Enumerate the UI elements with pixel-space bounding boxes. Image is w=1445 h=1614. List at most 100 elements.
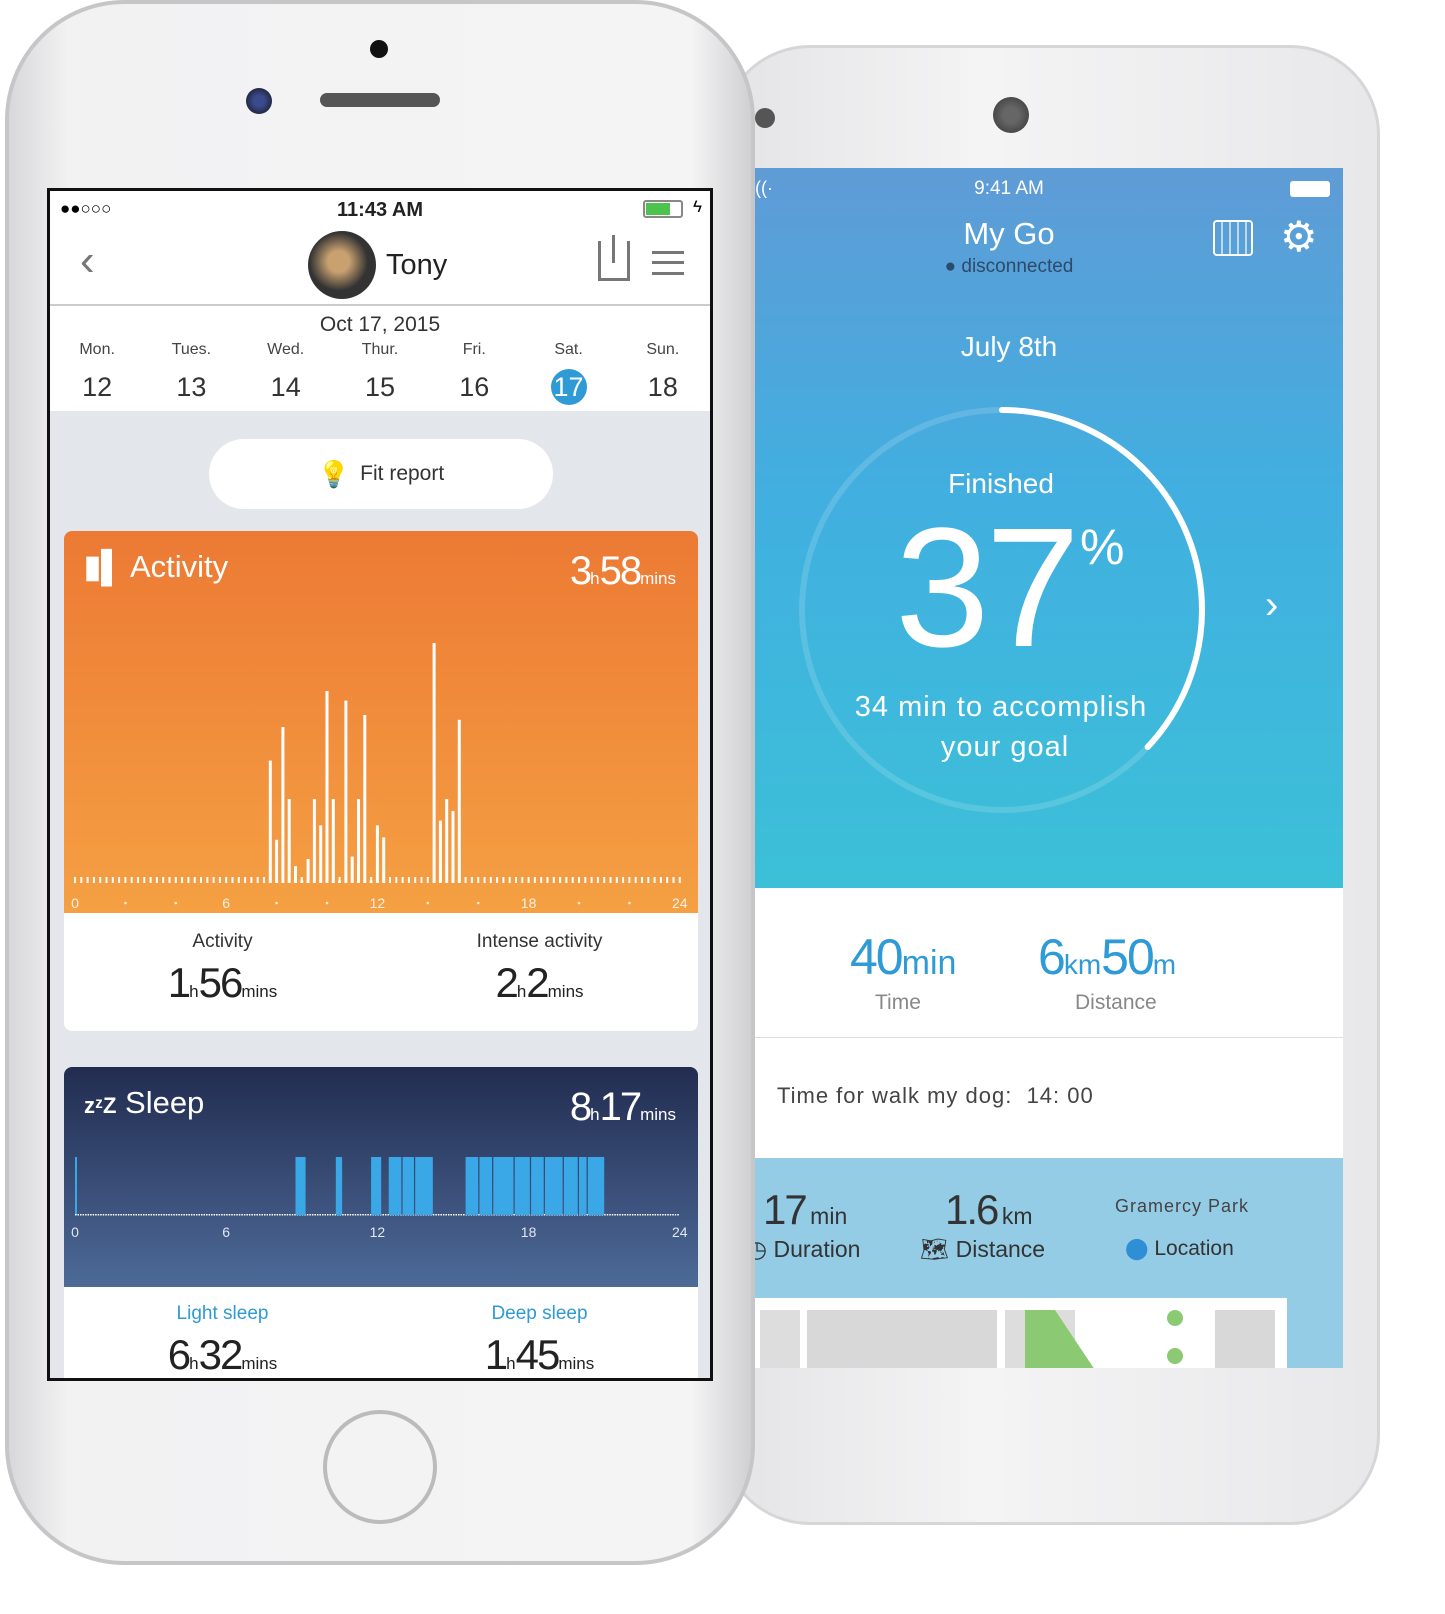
baseline-dot (324, 1214, 326, 1216)
stat-m-unit: mins (558, 1354, 595, 1373)
x-tick-label: 12 (370, 1224, 386, 1240)
baseline-dot (274, 1214, 276, 1216)
baseline-dot (649, 1214, 652, 1216)
activity-bar (438, 820, 442, 883)
baseline-dot (624, 1214, 626, 1216)
baseline-dot (105, 1214, 107, 1216)
duration-value: 17 (763, 1186, 808, 1233)
time-label: Time (875, 991, 921, 1014)
baseline-dot (266, 1214, 269, 1216)
baseline-dot (211, 1214, 213, 1216)
baseline-dot (85, 1214, 87, 1216)
hamburger-menu-icon[interactable] (652, 251, 684, 275)
baseline-tick (181, 877, 184, 883)
baseline-dot (342, 1214, 344, 1216)
sleep-segment (335, 1157, 343, 1215)
baseline-dot (319, 1214, 321, 1216)
baseline-dot (284, 1214, 286, 1216)
baseline-dot (145, 1214, 148, 1216)
fit-report-button[interactable]: 💡 Fit report (209, 439, 553, 509)
chevron-right-icon[interactable]: › (1265, 583, 1278, 628)
baseline-dot (190, 1214, 193, 1216)
day-sat[interactable]: Sat. 17 (521, 341, 615, 405)
baseline-dot (450, 1214, 452, 1216)
goal-date: July 8th (960, 331, 1058, 362)
baseline-dot (92, 1214, 95, 1216)
stat-h-unit: h (516, 982, 527, 1001)
stat-label: Light sleep (176, 1303, 269, 1324)
baseline-dot (236, 1214, 238, 1216)
baseline-tick (483, 877, 486, 883)
baseline-tick (193, 877, 196, 883)
baseline-dot (138, 1214, 140, 1216)
baseline-dot (238, 1214, 241, 1216)
baseline-dot (664, 1214, 667, 1216)
avatar[interactable] (308, 231, 376, 299)
baseline-dot (185, 1214, 188, 1216)
baseline-tick (678, 877, 681, 883)
baseline-dot (183, 1214, 185, 1216)
baseline-dot (258, 1214, 261, 1216)
home-button[interactable] (323, 1410, 437, 1524)
day-fri[interactable]: Fri. 16 (427, 341, 521, 405)
share-icon[interactable] (598, 235, 630, 281)
stat-label: Deep sleep (491, 1303, 588, 1324)
baseline-dot (677, 1214, 679, 1216)
day-thur[interactable]: Thur. 15 (333, 341, 427, 405)
stat-h-unit: h (189, 1354, 199, 1373)
baseline-tick (578, 877, 580, 883)
baseline-tick (615, 877, 618, 883)
baseline-dot (606, 1214, 609, 1216)
baseline-dot (125, 1214, 127, 1216)
walk-details: 17 min ◷ Duration 1.6 km 🗺 Distance Gram… (755, 1158, 1343, 1368)
baseline-dot (218, 1214, 221, 1216)
calendar-icon[interactable] (1213, 220, 1253, 256)
baseline-dot (271, 1214, 274, 1216)
summary-row: 40min Time 6km50m Distance (755, 903, 1343, 1038)
walk-reminder[interactable]: Time for walk my dog: 14: 00 (777, 1083, 1094, 1109)
x-tick-label: 0 (71, 895, 79, 911)
connection-status: ● disconnected (944, 256, 1074, 277)
route-map[interactable] (755, 1298, 1287, 1368)
day-wed[interactable]: Wed. 14 (239, 341, 333, 405)
activity-card[interactable]: ▮▌ Activity 3h58mins 0 6 12 18 24 Activity 1h… (64, 531, 698, 1031)
gear-icon[interactable]: ⚙ (1280, 212, 1318, 261)
proximity-sensor (370, 40, 388, 58)
chevron-left-icon[interactable]: ‹ (80, 236, 95, 286)
walk-distance-unit: km (1001, 1203, 1033, 1229)
baseline-tick (653, 877, 656, 883)
baseline-dot (657, 1214, 659, 1216)
x-tick-label: 6 (222, 895, 230, 911)
axis-dot (628, 901, 631, 905)
sleep-segment (388, 1157, 402, 1215)
day-sun[interactable]: Sun. 18 (616, 341, 710, 405)
day-mon[interactable]: Mon. 12 (50, 341, 144, 405)
baseline-tick (477, 877, 480, 883)
day-tues[interactable]: Tues. 13 (144, 341, 238, 405)
baseline-dot (626, 1214, 629, 1216)
baseline-dot (611, 1214, 614, 1216)
baseline-dot (604, 1214, 606, 1216)
activity-bar (312, 799, 316, 883)
baseline-tick (565, 877, 568, 883)
stat-h-unit: h (189, 982, 199, 1001)
baseline-dot (160, 1214, 163, 1216)
stat-minutes: 2 (526, 959, 549, 1006)
baseline-dot (316, 1214, 319, 1216)
sleep-card[interactable]: zᶻZ Sleep 8h17mins 0 6 12 18 24 Light sleep 6… (64, 1067, 698, 1378)
baseline-dot (276, 1214, 279, 1216)
baseline-dot (216, 1214, 218, 1216)
baseline-tick (552, 877, 555, 883)
stat-m-unit: mins (241, 982, 278, 1001)
sleep-segment (563, 1157, 578, 1215)
location-pin-icon: ⬤ (1125, 1237, 1149, 1260)
baseline-dot (77, 1214, 80, 1216)
baseline-dot (201, 1214, 203, 1216)
sleep-segment (295, 1157, 306, 1215)
stat-minutes: 45 (515, 1331, 561, 1378)
baseline-dot (253, 1214, 256, 1216)
baseline-tick (395, 877, 398, 883)
baseline-dot (206, 1214, 208, 1216)
baseline-dot (170, 1214, 173, 1216)
activity-chart: 0 6 12 18 24 (71, 643, 688, 911)
